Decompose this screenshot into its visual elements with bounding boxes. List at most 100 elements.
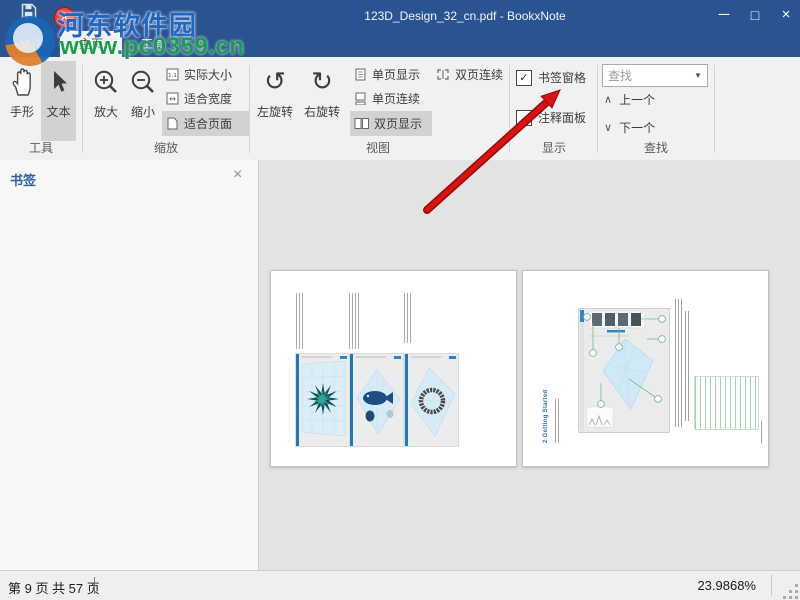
cursor-icon <box>50 61 68 103</box>
hand-tool-label: 手形 <box>10 103 34 120</box>
statusbar: 第 9 页 共 57 页 23.9868% <box>0 570 800 600</box>
checkbox-unchecked-icon <box>516 110 532 126</box>
ribbon-separator <box>509 65 510 153</box>
titlebar: 123D_Design_32_cn.pdf - BookxNote ─ □ × … <box>0 0 800 57</box>
zoom-in-label: 放大 <box>94 103 118 120</box>
rotate-right-label: 右旋转 <box>304 103 340 120</box>
tab-home[interactable]: 主页 <box>60 31 122 57</box>
statusbar-divider <box>771 575 772 596</box>
single-page-icon <box>354 68 367 81</box>
screenshot-ring-model <box>404 353 459 447</box>
save-icon[interactable] <box>21 3 37 19</box>
minimize-button[interactable]: ─ <box>707 0 741 30</box>
chevron-down-icon[interactable]: ▼ <box>689 71 707 80</box>
annotation-panel-checkbox[interactable]: 注释面板 <box>516 109 586 126</box>
fit-page-label: 适合页面 <box>184 115 232 132</box>
fit-width-button[interactable]: ↔ 适合宽度 <box>162 87 250 110</box>
bookmark-pane-label: 书签窗格 <box>538 69 586 86</box>
screenshot-star-model <box>295 353 350 447</box>
find-next-label: 下一个 <box>619 119 655 136</box>
find-previous-button[interactable]: ∧ 上一个 <box>604 91 655 108</box>
text-tool-label: 文本 <box>46 103 70 120</box>
ribbon-separator <box>714 65 715 153</box>
tab-file[interactable]: 文件 <box>6 31 56 57</box>
ribbon-separator <box>82 65 83 153</box>
rotate-left-label: 左旋转 <box>257 103 293 120</box>
zoom-out-icon <box>129 61 157 103</box>
double-page-icon <box>354 117 369 130</box>
screenshot-annotated-ui <box>578 308 670 433</box>
rotated-text-block <box>685 311 690 421</box>
screenshot-fish-model <box>349 353 404 447</box>
rotate-left-icon: ↺ <box>264 61 286 103</box>
pdf-page-right[interactable]: 2 Getting Started <box>522 270 769 467</box>
document-area[interactable]: 2 Getting Started <box>259 160 800 570</box>
section-heading: 2 Getting Started <box>543 390 549 443</box>
group-label-view: 视图 <box>250 139 506 156</box>
find-next-button[interactable]: ∨ 下一个 <box>604 119 655 136</box>
rotated-text-block <box>404 293 412 343</box>
group-label-display: 显示 <box>512 139 596 156</box>
rotate-right-icon: ↻ <box>311 61 333 103</box>
actual-size-label: 实际大小 <box>184 66 232 83</box>
bookmark-panel: 书签 × <box>0 160 259 570</box>
double-continuous-button[interactable]: 双页连续 <box>432 63 512 86</box>
double-continuous-label: 双页连续 <box>455 66 503 83</box>
fit-page-button[interactable]: 适合页面 <box>162 111 250 136</box>
close-button[interactable]: × <box>769 0 800 30</box>
window-title: 123D_Design_32_cn.pdf - BookxNote <box>364 9 565 23</box>
rotate-right-button[interactable]: ↻ 右旋转 <box>300 61 344 141</box>
group-label-find: 查找 <box>600 139 712 156</box>
rotated-text-block <box>349 293 360 349</box>
zoom-level[interactable]: 23.9868% <box>697 578 756 593</box>
fit-width-icon: ↔ <box>166 92 179 105</box>
tab-tools[interactable]: 工具 <box>126 31 180 57</box>
ribbon: 手形 文本 工具 放大 <box>0 57 800 161</box>
single-page-label: 单页显示 <box>372 66 420 83</box>
rotated-text-block <box>675 299 682 427</box>
double-continuous-icon <box>436 68 450 81</box>
maximize-button[interactable]: □ <box>738 0 772 30</box>
bookmark-panel-title: 书签 <box>10 170 36 189</box>
pdf-page-left[interactable] <box>270 270 517 467</box>
single-continuous-button[interactable]: 单页连续 <box>350 87 432 110</box>
rotated-text-block <box>296 293 304 349</box>
bookmark-panel-close-icon[interactable]: × <box>233 166 242 184</box>
page-info[interactable]: 第 9 页 共 57 页 <box>8 578 100 597</box>
menu-table <box>694 376 759 430</box>
ribbon-separator <box>597 65 598 153</box>
single-continuous-label: 单页连续 <box>372 90 420 107</box>
unsaved-badge[interactable]: × <box>54 7 75 28</box>
annotation-panel-label: 注释面板 <box>538 109 586 126</box>
chevron-up-icon: ∧ <box>604 93 612 106</box>
chevron-down-icon: ∨ <box>604 121 612 134</box>
fit-width-label: 适合宽度 <box>184 90 232 107</box>
actual-size-button[interactable]: 1:1 实际大小 <box>162 63 250 86</box>
double-page-button[interactable]: 双页显示 <box>350 111 432 136</box>
double-page-label: 双页显示 <box>374 115 422 132</box>
single-page-button[interactable]: 单页显示 <box>350 63 432 86</box>
find-input-placeholder: 查找 <box>603 67 689 84</box>
single-continuous-icon <box>354 92 367 105</box>
svg-text:1:1: 1:1 <box>168 73 177 79</box>
rotated-text-block <box>761 421 764 443</box>
find-combobox[interactable]: 查找 ▼ <box>602 64 708 87</box>
bookxnote-window: 123D_Design_32_cn.pdf - BookxNote ─ □ × … <box>0 0 800 600</box>
group-label-tools: 工具 <box>6 139 76 156</box>
actual-size-icon: 1:1 <box>166 68 179 81</box>
hand-tool-button[interactable]: 手形 <box>6 61 38 141</box>
group-label-zoom: 缩放 <box>85 139 247 156</box>
hand-icon <box>10 61 34 103</box>
fit-page-icon <box>166 117 179 130</box>
checkbox-checked-icon: ✓ <box>516 70 532 86</box>
bookmark-pane-checkbox[interactable]: ✓ 书签窗格 <box>516 69 586 86</box>
zoom-in-icon <box>92 61 120 103</box>
rotated-text-block <box>555 399 560 443</box>
text-tool-button[interactable]: 文本 <box>41 61 76 141</box>
resize-grip[interactable] <box>782 583 798 599</box>
rotate-left-button[interactable]: ↺ 左旋转 <box>254 61 296 141</box>
zoom-out-label: 缩小 <box>131 103 155 120</box>
zoom-out-button[interactable]: 缩小 <box>126 61 160 141</box>
text-caret <box>94 577 95 594</box>
zoom-in-button[interactable]: 放大 <box>88 61 124 141</box>
